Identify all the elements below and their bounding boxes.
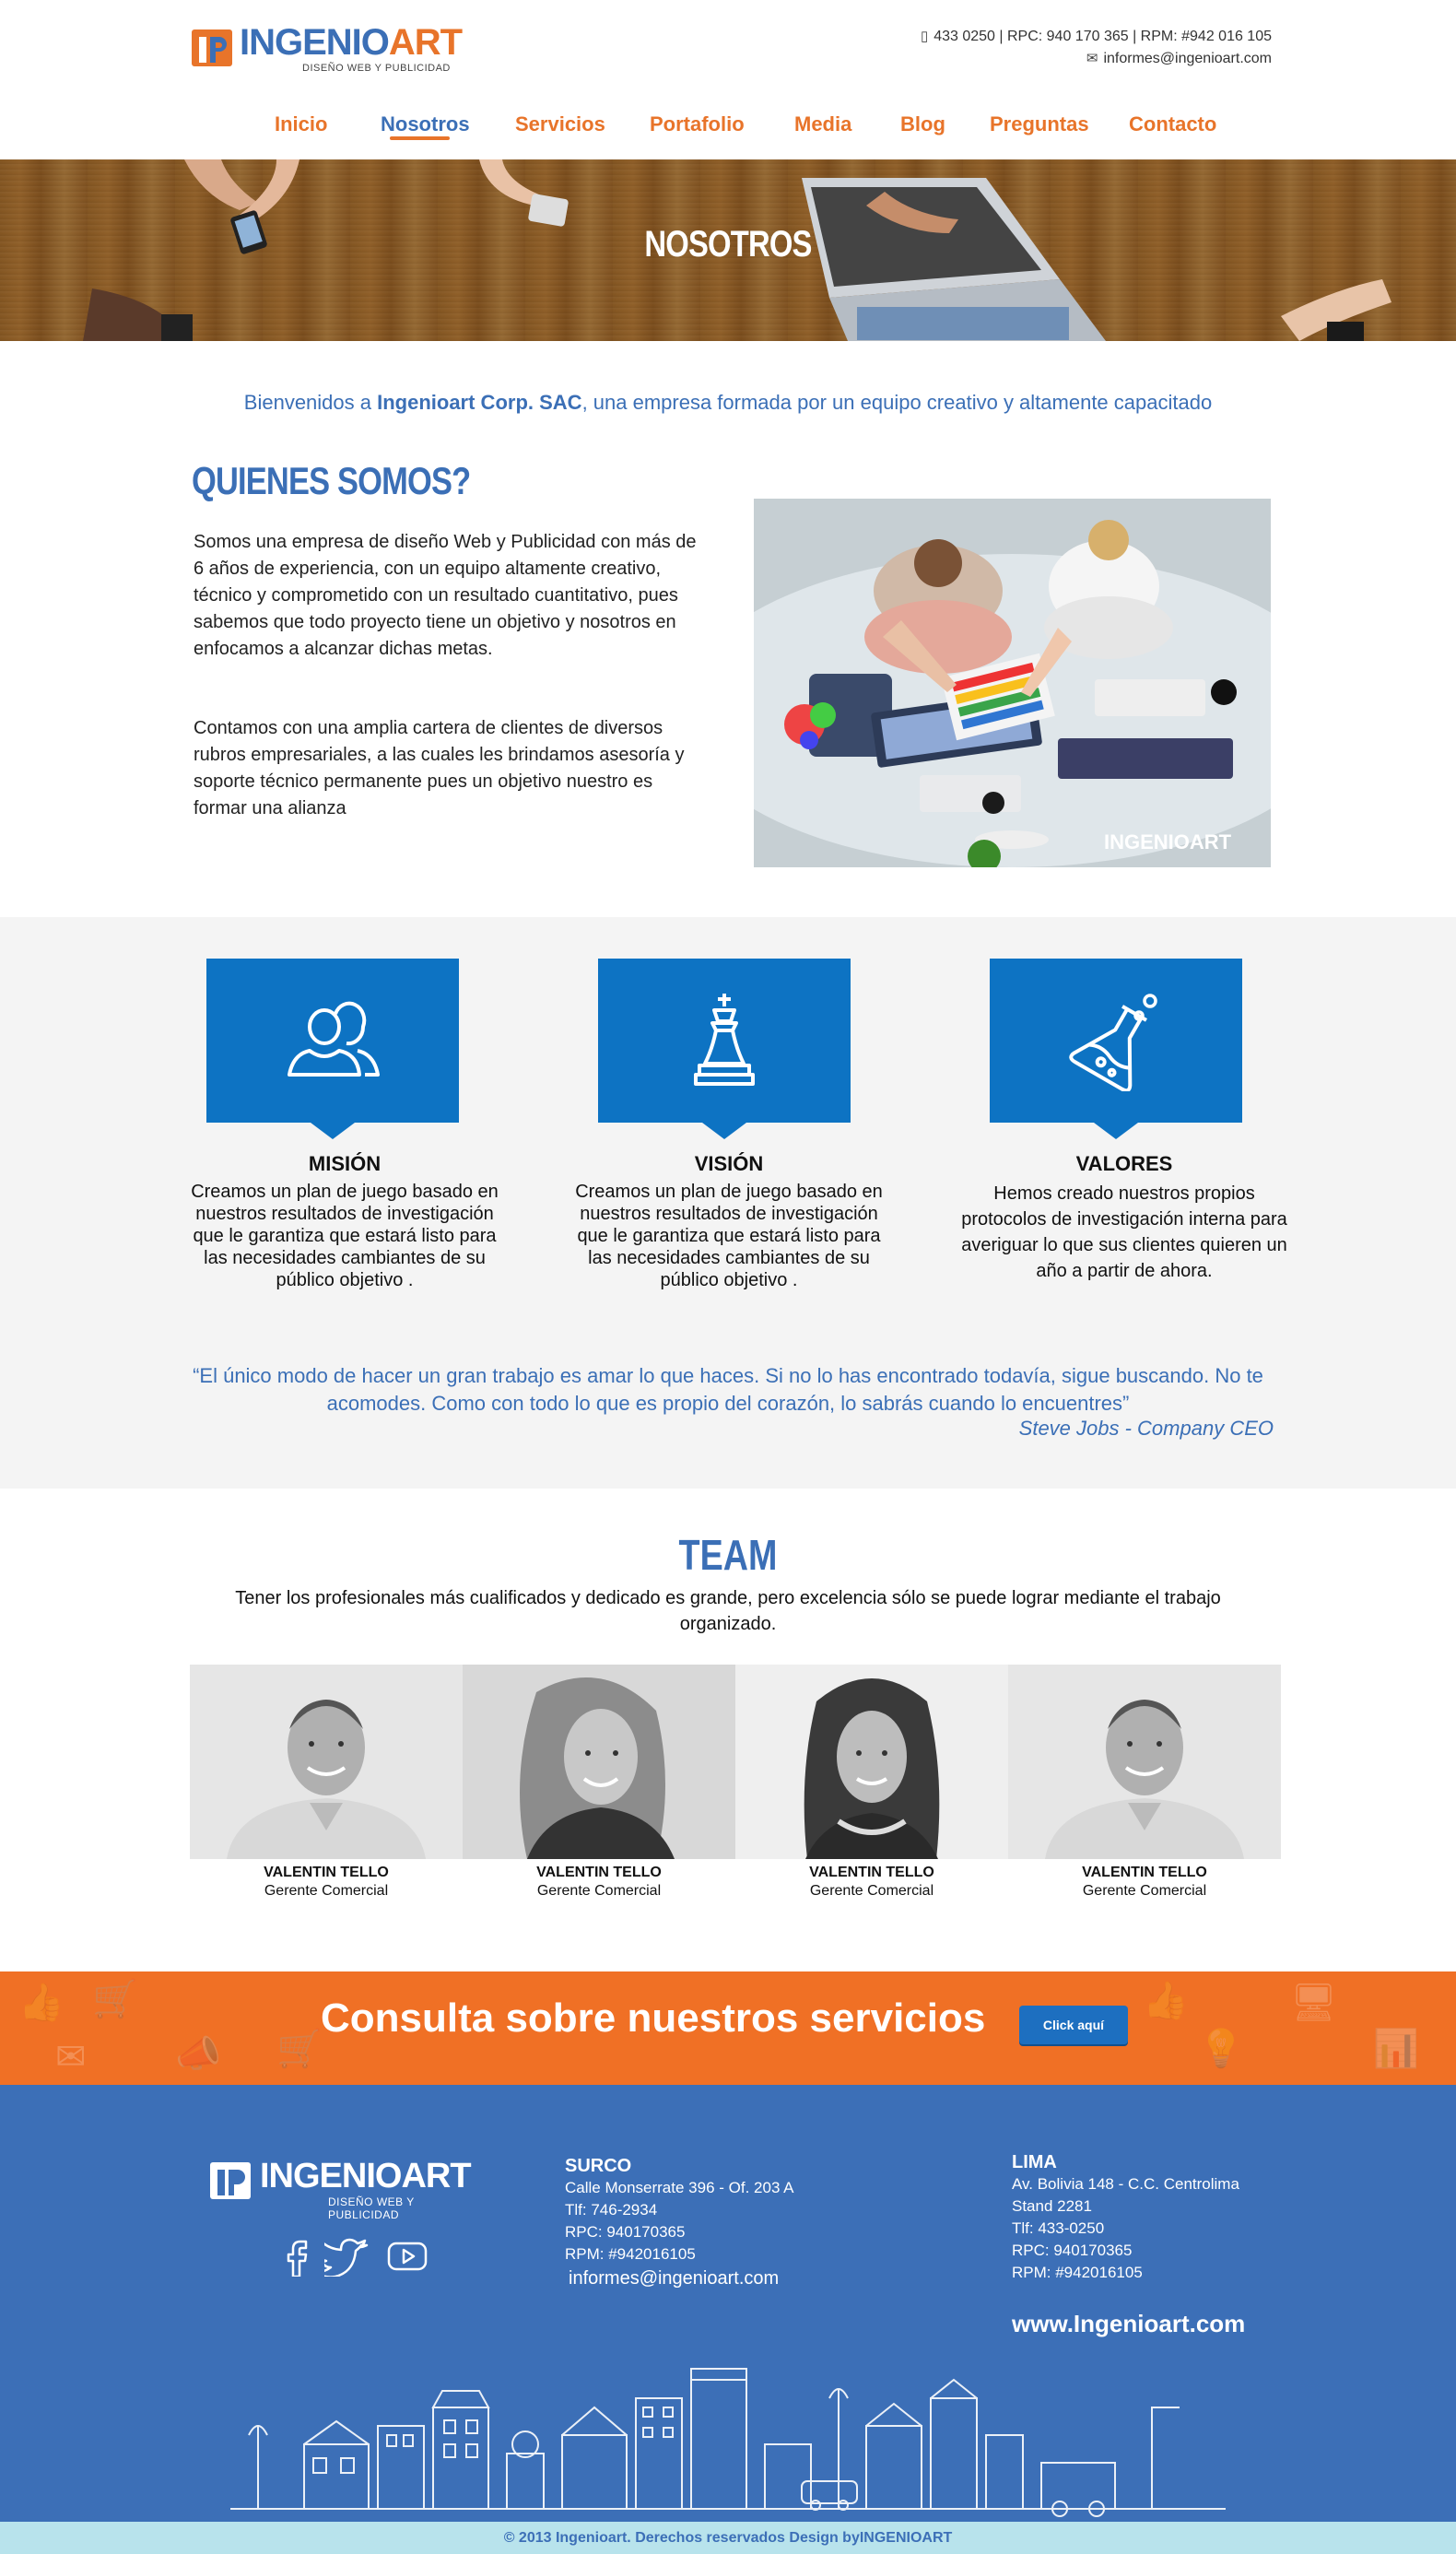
header-email[interactable]: ✉ informes@ingenioart.com xyxy=(921,48,1272,70)
member-name: VALENTIN TELLO xyxy=(809,1865,934,1880)
thumbs-up-icon: 👍 xyxy=(1143,1980,1189,2022)
team-subtitle: Tener los profesionales más cualificados… xyxy=(235,1588,1221,1634)
about-title: QUIENES SOMOS? xyxy=(192,459,471,502)
footer-logo-tagline: DISEÑO WEB Y PUBLICIDAD xyxy=(328,2195,415,2221)
logo-mark-icon xyxy=(192,29,232,66)
logo-tagline: DISEÑO WEB Y PUBLICIDAD xyxy=(302,63,451,74)
about-photo: INGENIOART xyxy=(754,499,1271,867)
intro-text: Bienvenidos a Ingenioart Corp. SAC, una … xyxy=(243,391,1213,414)
flask-icon xyxy=(1069,994,1157,1091)
member-photo xyxy=(735,1665,1008,1859)
megaphone-icon: 📣 xyxy=(175,2033,221,2076)
member-photo xyxy=(463,1665,735,1859)
site-header: INGENIOART DISEÑO WEB Y PUBLICIDAD ▯ 433 … xyxy=(0,0,1456,159)
member-role: Gerente Comercial xyxy=(536,1883,662,1899)
cta-banner: 👍 🛒 ✉ 📣 🛒 👍 💡 🖥 📊 Consulta sobre nuestro… xyxy=(0,1971,1456,2089)
feature-text-vision: Creamos un plan de juego basado en nuest… xyxy=(575,1182,883,1290)
lima-tlf: Tlf: 433-0250 xyxy=(1012,2219,1105,2237)
footer-surco: SURCO Calle Monserrate 396 - Of. 203 A T… xyxy=(565,2155,794,2289)
company-name: Ingenioart Corp. SAC xyxy=(377,391,582,414)
thumbs-up-icon: 👍 xyxy=(18,1982,65,2024)
nav-item-contacto[interactable]: Contacto xyxy=(1129,111,1216,138)
city-illustration xyxy=(230,2368,1226,2517)
team-member: VALENTIN TELLO Gerente Comercial xyxy=(463,1665,735,1900)
nav-item-nosotros[interactable]: Nosotros xyxy=(381,111,470,138)
surco-tlf: Tlf: 746-2934 xyxy=(565,2201,658,2219)
mobile-phone-icon: ▯ xyxy=(920,29,929,44)
nav-item-inicio[interactable]: Inicio xyxy=(275,111,327,138)
nav-item-blog[interactable]: Blog xyxy=(900,111,945,138)
surco-email[interactable]: informes@ingenioart.com xyxy=(569,2267,794,2289)
header-phones: ▯ 433 0250 | RPC: 940 170 365 | RPM: #942… xyxy=(921,26,1272,48)
feature-title-mision: MISIÓN xyxy=(308,1152,382,1175)
quote-author: Steve Jobs - Company CEO xyxy=(1018,1417,1274,1440)
monitor-icon: 🖥 xyxy=(1290,1982,1337,2024)
lima-heading: LIMA xyxy=(1012,2152,1057,2172)
lima-address-1: Av. Bolivia 148 - C.C. Centrolima xyxy=(1012,2175,1239,2193)
site-footer: INGENIOART DISEÑO WEB Y PUBLICIDAD SURCO… xyxy=(0,2085,1456,2522)
footer-website[interactable]: www.Ingenioart.com xyxy=(1012,2310,1245,2338)
main-nav: Inicio Nosotros Servicios Portafolio Med… xyxy=(0,111,1456,147)
hero-banner: NOSOTROS xyxy=(0,159,1456,341)
feature-text-mision: Creamos un plan de juego basado en nuest… xyxy=(191,1182,499,1290)
member-name: VALENTIN TELLO xyxy=(1082,1865,1207,1880)
member-name: VALENTIN TELLO xyxy=(264,1865,389,1880)
footer-lima: LIMA Av. Bolivia 148 - C.C. Centrolima S… xyxy=(1012,2151,1239,2284)
team-member: VALENTIN TELLO Gerente Comercial xyxy=(1008,1665,1281,1900)
surco-rpm: RPM: #942016105 xyxy=(565,2245,696,2263)
surco-rpc: RPC: 940170365 xyxy=(565,2223,686,2241)
nav-item-servicios[interactable]: Servicios xyxy=(515,111,605,138)
cta-text: Consulta sobre nuestros servicios xyxy=(321,1995,986,2041)
lightbulb-icon: 💡 xyxy=(1198,2028,1244,2070)
cta-click-button[interactable]: Click aquí xyxy=(1019,2006,1128,2044)
features-section: MISIÓN Creamos un plan de juego basado e… xyxy=(0,917,1456,1489)
footer-logo[interactable]: INGENIOART DISEÑO WEB Y PUBLICIDAD xyxy=(210,2157,487,2221)
nav-item-portafolio[interactable]: Portafolio xyxy=(650,111,745,138)
bar-chart-icon: 📊 xyxy=(1373,2028,1419,2070)
nav-item-preguntas[interactable]: Preguntas xyxy=(990,111,1089,138)
surco-address: Calle Monserrate 396 - Of. 203 A xyxy=(565,2179,794,2196)
cart-icon: 🛒 xyxy=(276,2028,323,2070)
photo-watermark: INGENIOART xyxy=(1104,830,1232,853)
chess-king-icon xyxy=(694,994,755,1086)
envelope-icon: ✉ xyxy=(1086,51,1098,66)
cart-icon: 🛒 xyxy=(92,1978,138,2020)
facebook-icon[interactable] xyxy=(276,2236,317,2277)
mail-icon: ✉ xyxy=(55,2036,87,2078)
feature-box-mision xyxy=(206,959,459,1139)
people-icon xyxy=(288,1001,380,1077)
site-logo[interactable]: INGENIOART DISEÑO WEB Y PUBLICIDAD xyxy=(192,22,463,76)
copyright-bar: © 2013 Ingenioart. Derechos reservados D… xyxy=(0,2522,1456,2554)
nav-active-indicator xyxy=(390,136,450,140)
about-paragraph-2: Contamos con una amplia cartera de clien… xyxy=(194,718,685,818)
member-role: Gerente Comercial xyxy=(1082,1883,1207,1899)
member-role: Gerente Comercial xyxy=(809,1883,934,1899)
nav-item-media[interactable]: Media xyxy=(794,111,851,138)
lima-address-2: Stand 2281 xyxy=(1012,2197,1092,2215)
header-contact: ▯ 433 0250 | RPC: 940 170 365 | RPM: #942… xyxy=(921,26,1272,70)
quote-text: “El único modo de hacer un gran trabajo … xyxy=(193,1364,1263,1415)
footer-logo-wordmark: INGENIOART xyxy=(260,2157,472,2195)
feature-box-vision xyxy=(598,959,851,1139)
team-member: VALENTIN TELLO Gerente Comercial xyxy=(190,1665,463,1900)
hero-title: NOSOTROS xyxy=(644,224,812,265)
feature-title-vision: VISIÓN xyxy=(694,1152,764,1175)
feature-title-valores: VALORES xyxy=(1075,1152,1173,1175)
youtube-icon[interactable] xyxy=(385,2236,429,2277)
lima-rpc: RPC: 940170365 xyxy=(1012,2242,1133,2259)
team-title: TEAM xyxy=(678,1531,778,1579)
member-name: VALENTIN TELLO xyxy=(536,1865,662,1880)
feature-box-valores xyxy=(990,959,1242,1139)
about-paragraph-1: Somos una empresa de diseño Web y Public… xyxy=(194,532,697,659)
logo-mark-icon xyxy=(210,2162,251,2199)
member-photo xyxy=(190,1665,463,1859)
lima-rpm: RPM: #942016105 xyxy=(1012,2264,1143,2281)
logo-wordmark: INGENIOART xyxy=(240,22,463,63)
twitter-icon[interactable] xyxy=(324,2236,370,2277)
member-photo xyxy=(1008,1665,1281,1859)
feature-text-valores: Hemos creado nuestros propios protocolos… xyxy=(961,1183,1287,1281)
member-role: Gerente Comercial xyxy=(264,1883,389,1899)
team-member: VALENTIN TELLO Gerente Comercial xyxy=(735,1665,1008,1900)
surco-heading: SURCO xyxy=(565,2156,632,2176)
